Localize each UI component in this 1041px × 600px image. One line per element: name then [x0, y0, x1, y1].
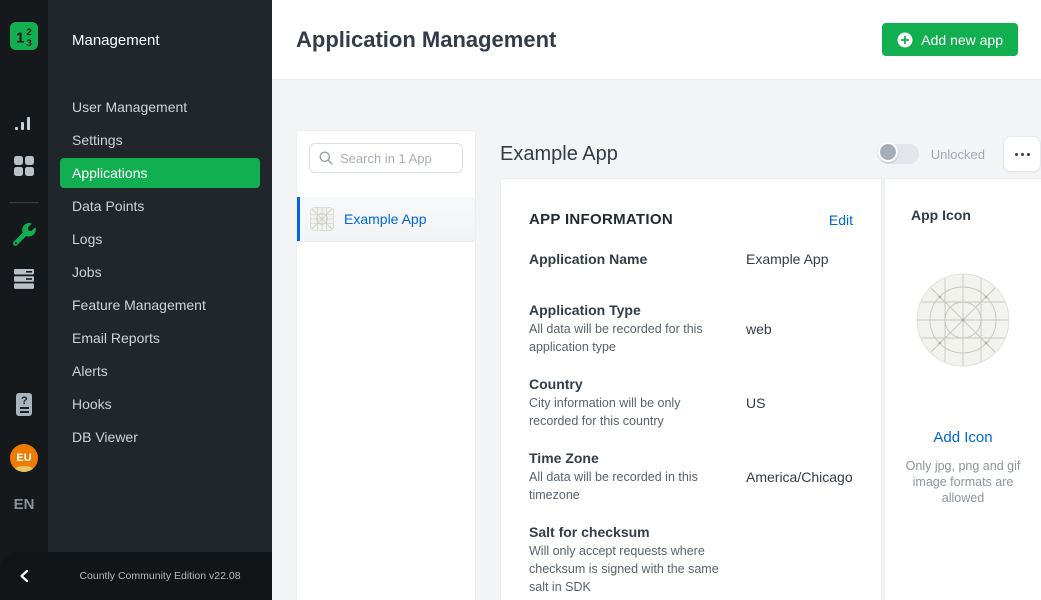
content-area: Example App Example App Unlocked — [272, 80, 1041, 600]
version-label: Countly Community Edition v22.08 — [48, 570, 272, 582]
sidebar-menu-item[interactable]: Hooks — [60, 389, 260, 419]
app-detail-header: Example App Unlocked — [500, 130, 1041, 178]
app-icon-panel: App Icon — [884, 178, 1041, 600]
ellipsis-icon — [1015, 153, 1018, 156]
sidebar-menu-item[interactable]: Email Reports — [60, 323, 260, 353]
app-search — [309, 143, 463, 173]
app-list-panel: Example App — [296, 130, 476, 600]
add-new-app-label: Add new app — [921, 32, 1003, 48]
sidebar-menu-item[interactable]: Applications — [60, 158, 260, 188]
icon-rail: 1 2 3 — [0, 0, 48, 552]
menu-item-label: Jobs — [72, 264, 102, 280]
menu-item-label: Alerts — [72, 363, 108, 379]
sidebar: 1 2 3 — [0, 0, 272, 600]
sidebar-footer: Countly Community Edition v22.08 — [0, 552, 272, 600]
page-header: Application Management Add new app — [272, 0, 1041, 80]
user-avatar[interactable]: EU — [10, 444, 38, 472]
add-icon-link[interactable]: Add Icon — [885, 429, 1041, 446]
app-name-label: Example App — [344, 211, 427, 227]
menu-item-label: Email Reports — [72, 330, 160, 346]
menu-item-label: User Management — [72, 99, 187, 115]
field-label: Application Type — [529, 301, 726, 320]
app-list-item[interactable]: Example App — [297, 197, 475, 242]
app-thumbnail-icon — [310, 207, 334, 231]
sidebar-menu-item[interactable]: DB Viewer — [60, 422, 260, 452]
lock-toggle[interactable] — [879, 144, 919, 164]
app-title: Example App — [500, 143, 879, 166]
management-menu: Management User Management Settings Appl… — [48, 0, 272, 552]
database-server-icon[interactable] — [13, 269, 35, 289]
plus-circle-icon — [897, 32, 913, 48]
help-report-icon[interactable]: ? — [13, 392, 35, 418]
app-info-field: Salt for checksum Will only accept reque… — [529, 523, 853, 596]
app-detail: Example App Unlocked APP — [500, 130, 1041, 600]
sidebar-menu-item[interactable]: User Management — [60, 92, 260, 122]
countly-logo-icon[interactable]: 1 2 3 — [10, 22, 38, 50]
menu-item-label: DB Viewer — [72, 429, 138, 445]
app-information-card: APP INFORMATION Edit Application Name Ex… — [500, 178, 882, 600]
detail-cards: APP INFORMATION Edit Application Name Ex… — [500, 178, 1041, 600]
menu-item-label: Feature Management — [72, 297, 206, 313]
sidebar-menu-item[interactable]: Alerts — [60, 356, 260, 386]
add-new-app-button[interactable]: Add new app — [882, 23, 1018, 56]
field-value: US — [746, 375, 765, 430]
svg-text:2: 2 — [27, 27, 32, 38]
menu-item-label: Hooks — [72, 396, 112, 412]
toggle-knob — [878, 142, 898, 162]
app-info-field: Time Zone All data will be recorded in t… — [529, 449, 853, 504]
field-description: City information will be only recorded f… — [529, 394, 726, 430]
field-value: web — [746, 301, 772, 356]
page-title: Application Management — [296, 27, 882, 53]
sidebar-menu-item[interactable]: Settings — [60, 125, 260, 155]
analytics-bar-chart-icon[interactable] — [14, 114, 34, 132]
app-icon-title: App Icon — [885, 206, 1041, 225]
rail-divider — [9, 202, 39, 203]
svg-text:3: 3 — [27, 38, 32, 49]
svg-text:?: ? — [21, 395, 28, 407]
application-window: 1 2 3 — [0, 0, 1041, 600]
main-area: Application Management Add new app — [272, 0, 1041, 600]
field-description: All data will be recorded in this timezo… — [529, 468, 726, 504]
field-description: Will only accept requests where checksum… — [529, 542, 726, 596]
app-icon-placeholder — [916, 273, 1010, 367]
avatar-initials: EU — [10, 444, 38, 472]
lock-state-label: Unlocked — [931, 147, 985, 162]
field-label: Country — [529, 375, 726, 394]
field-value: America/Chicago — [746, 449, 853, 504]
icon-formats-note: Only jpg, png and gif image formats are … — [900, 458, 1026, 506]
collapse-sidebar-button[interactable] — [15, 566, 35, 586]
field-value: Example App — [746, 250, 829, 269]
sidebar-menu-item[interactable]: Data Points — [60, 191, 260, 221]
field-label: Application Name — [529, 250, 726, 269]
management-wrench-icon[interactable] — [13, 223, 36, 246]
menu-item-label: Data Points — [72, 198, 144, 214]
sidebar-menu-item[interactable]: Logs — [60, 224, 260, 254]
app-info-field: Country City information will be only re… — [529, 375, 853, 430]
plugins-grid-icon[interactable] — [14, 156, 34, 176]
more-options-button[interactable] — [1003, 136, 1041, 172]
field-label: Time Zone — [529, 449, 726, 468]
sidebar-menu-item[interactable]: Jobs — [60, 257, 260, 287]
menu-item-label: Applications — [72, 165, 148, 181]
menu-section-title: Management — [48, 0, 272, 50]
search-icon — [318, 150, 334, 166]
field-label: Salt for checksum — [529, 523, 726, 542]
sidebar-menu-item[interactable]: Feature Management — [60, 290, 260, 320]
edit-link[interactable]: Edit — [829, 212, 853, 228]
chevron-left-icon — [18, 569, 32, 583]
app-info-field: Application Name Example App — [529, 250, 853, 269]
menu-items: User Management Settings Applications Da… — [48, 92, 272, 452]
language-selector[interactable]: EN — [14, 496, 35, 513]
field-description: All data will be recorded for this appli… — [529, 320, 726, 356]
section-title: APP INFORMATION — [529, 211, 829, 228]
menu-item-label: Settings — [72, 132, 123, 148]
svg-text:1: 1 — [16, 30, 24, 47]
app-info-field: Application Type All data will be record… — [529, 301, 853, 356]
menu-item-label: Logs — [72, 231, 102, 247]
